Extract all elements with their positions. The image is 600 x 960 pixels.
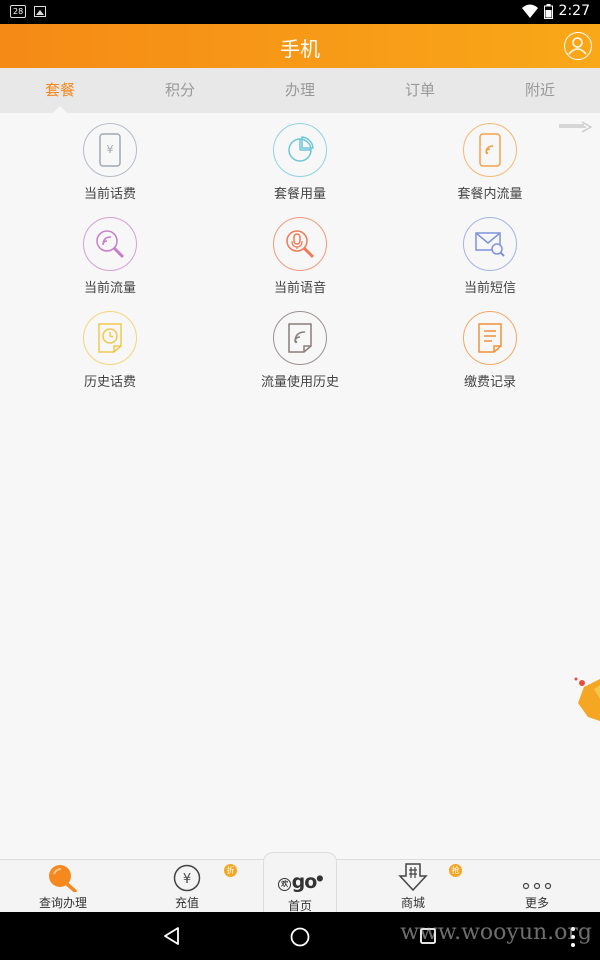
magnifier-icon (49, 865, 77, 892)
grid-item-payment-records[interactable]: 缴费记录 (395, 311, 585, 390)
more-dots-icon (522, 882, 552, 890)
flash-sale-badge: 抢 (449, 864, 462, 877)
nav-label: 充值 (174, 896, 199, 910)
notification-badge: 28 (10, 5, 27, 18)
wifi-icon (521, 4, 538, 18)
back-icon[interactable] (162, 926, 182, 946)
data-search-icon (83, 217, 137, 271)
grid-item-bill-history[interactable]: 历史话费 (15, 311, 205, 390)
nav-mall[interactable]: 商城 抢 (353, 860, 473, 913)
grid-item-current-data[interactable]: 当前流量 (15, 217, 205, 296)
nav-label: 查询办理 (38, 896, 87, 910)
page-title: 手机 (280, 37, 320, 61)
clock-doc-icon (83, 311, 137, 365)
mic-search-icon (273, 217, 327, 271)
grid-item-label: 当前语音 (273, 281, 326, 296)
grid-item-current-sms[interactable]: 当前短信 (395, 217, 585, 296)
grid-item-label: 历史话费 (83, 375, 136, 390)
sms-search-icon (463, 217, 517, 271)
status-bar: 28 2:27 (0, 0, 600, 24)
grid-item-label: 套餐内流量 (457, 187, 523, 202)
app-header: 手机 (0, 24, 600, 68)
nav-home[interactable]: 欢 go● 首页 (263, 852, 337, 913)
data-doc-icon (273, 311, 327, 365)
watermark: www.wooyun.org (400, 920, 592, 945)
image-notification-icon (34, 6, 47, 17)
nav-query[interactable]: 查询办理 (3, 860, 123, 913)
record-doc-icon (463, 311, 517, 365)
grid-item-package-data[interactable]: 套餐内流量 (395, 123, 585, 202)
tab-points[interactable]: 积分 (120, 68, 240, 113)
svg-text:¥: ¥ (107, 143, 114, 156)
grid-item-current-bill[interactable]: ¥ 当前话费 (15, 123, 205, 202)
tab-services[interactable]: 办理 (240, 68, 360, 113)
grid-item-label: 当前短信 (463, 281, 516, 296)
go-logo-icon: 欢 go● (277, 871, 323, 893)
grid-item-label: 当前流量 (83, 281, 136, 296)
system-nav-bar: www.wooyun.org (0, 912, 600, 960)
grid-item-label: 流量使用历史 (260, 375, 339, 390)
tab-nearby[interactable]: 附近 (480, 68, 600, 113)
data-phone-icon (463, 123, 517, 177)
nav-label: 商城 (400, 896, 425, 910)
grid-item-package-usage[interactable]: 套餐用量 (205, 123, 395, 202)
home-icon[interactable] (289, 926, 311, 948)
grid-item-data-history[interactable]: 流量使用历史 (205, 311, 395, 390)
tab-package[interactable]: 套餐 (0, 68, 120, 113)
main-content: ¥ 当前话费 套餐用量 套餐内流量 当前流量 当前语音 当前短信 历史话费 流量… (0, 113, 600, 859)
discount-badge: 折 (224, 864, 237, 877)
clock-time: 2:27 (558, 3, 590, 19)
phone-bill-icon: ¥ (83, 123, 137, 177)
battery-icon (543, 3, 553, 19)
nav-label: 更多 (524, 896, 549, 910)
floating-promo-icon[interactable] (572, 673, 600, 737)
yuan-coin-icon: ¥ (173, 864, 201, 892)
svg-text:¥: ¥ (183, 872, 191, 887)
grid-item-label: 套餐用量 (273, 187, 326, 202)
tab-orders[interactable]: 订单 (360, 68, 480, 113)
go-logo-text: go (291, 871, 318, 893)
pie-chart-icon (273, 123, 327, 177)
nav-more[interactable]: 更多 (477, 860, 597, 913)
grid-item-current-voice[interactable]: 当前语音 (205, 217, 395, 296)
bottom-nav: 查询办理 ¥ 充值 折 欢 go● 首页 商城 抢 更多 (0, 852, 600, 913)
grid-item-label: 缴费记录 (463, 375, 516, 390)
nav-recharge[interactable]: ¥ 充值 折 (127, 860, 247, 913)
mall-bag-icon (398, 863, 428, 892)
tab-bar: 套餐 积分 办理 订单 附近 (0, 68, 600, 113)
user-profile-icon[interactable] (564, 32, 592, 60)
grid-item-label: 当前话费 (83, 187, 136, 202)
